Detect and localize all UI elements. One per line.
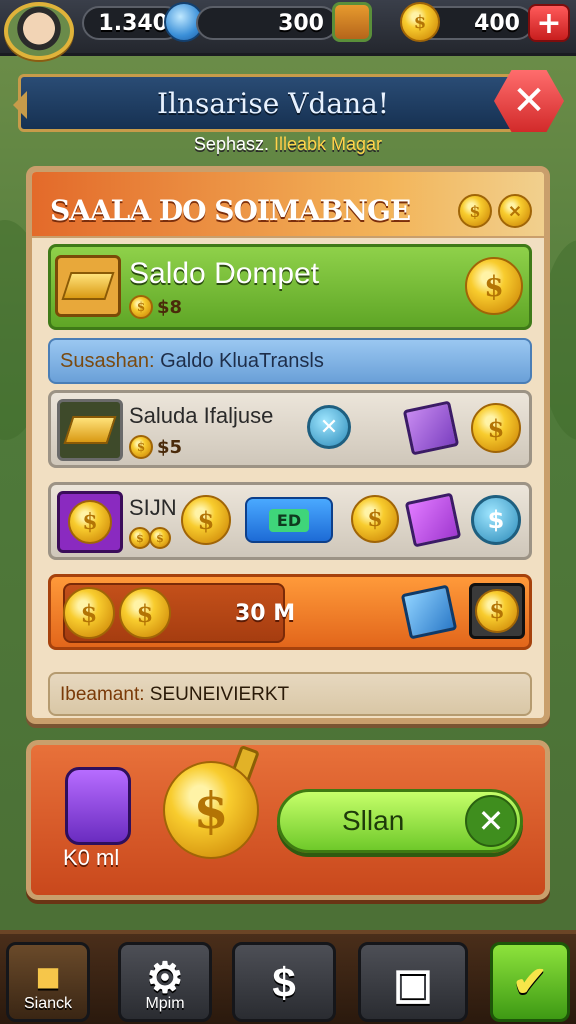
coin-icon[interactable]: $: [465, 257, 523, 315]
wallet-balance-row[interactable]: Saldo Dompet $ $8 $: [48, 244, 532, 330]
note-strip: Ibeamant: SEUNEIVIERKT: [48, 672, 532, 716]
gold-box-icon: ■: [35, 953, 61, 1000]
banner-subtitle: Sephasz. Illeabk Magar: [0, 134, 576, 155]
treasure-chest-icon[interactable]: [332, 2, 372, 42]
checkmark-icon: ✔: [512, 958, 548, 1005]
info-coin-button[interactable]: $: [458, 194, 492, 228]
note-text: Ibeamant: SEUNEIVIERKT: [60, 684, 289, 706]
ticket-button[interactable]: ED: [245, 497, 333, 543]
gem-value: 300: [278, 10, 324, 36]
panel-header: SAALA DO SOIMABNGE $ ✕: [32, 172, 544, 238]
nav-confirm-button[interactable]: ✔: [490, 942, 570, 1022]
balance-row[interactable]: Saluda Ifaljuse $ $5 ✕ $: [48, 390, 532, 468]
row-label: Saldo Dompet: [129, 257, 320, 290]
gear-icon: ⚙: [146, 954, 184, 1001]
close-icon: ✕: [512, 78, 546, 124]
coin-icon: $: [119, 587, 171, 639]
info-key: Susashan:: [60, 350, 155, 372]
coin-tile: $: [57, 491, 123, 553]
subtitle-prefix: Sephasz.: [193, 134, 269, 154]
robot-item-icon: [65, 767, 131, 845]
coin-icon: $: [400, 2, 440, 42]
info-value: Galdo KluaTransls: [160, 350, 324, 372]
gold-bar-tile: [57, 399, 123, 461]
amount-row[interactable]: $ $ 30 M $: [48, 574, 532, 650]
note-value: SEUNEIVIERKT: [149, 684, 290, 705]
claim-panel: K0 ml $ Sllan ✕: [26, 740, 550, 900]
add-coins-button[interactable]: +: [528, 4, 570, 42]
dollar-icon: $: [272, 959, 296, 1006]
transaction-info-strip: Susashan: Galdo KluaTransls: [48, 338, 532, 384]
coin-icon: $: [63, 587, 115, 639]
reward-box-icon: [400, 584, 458, 640]
note-key: Ibeamant:: [60, 684, 145, 705]
subtitle-highlight: Illeabk Magar: [274, 134, 383, 154]
close-icon: ✕: [477, 802, 505, 840]
nav-shop-button[interactable]: $: [232, 942, 336, 1022]
top-hud: 1.340 300 400 $ +: [0, 0, 576, 60]
bottom-nav: ■ Sianck ⚙ Mpim $ ▣ ✔: [0, 930, 576, 1024]
coin-icon: $: [351, 495, 399, 543]
row-label: SIJN: [129, 495, 177, 520]
row-sub-value: $8: [157, 297, 183, 318]
gold-bar-icon: [63, 416, 117, 444]
wallet-icon: [404, 492, 462, 548]
coin-icon: $: [129, 435, 153, 459]
claim-label: Sllan: [342, 805, 405, 836]
banner-title: Ilnsarise Vdana!: [156, 86, 390, 120]
wallet-icon: [402, 400, 460, 456]
ticket-row[interactable]: $ SIJN $ $ $ ED $ $: [48, 482, 532, 560]
gold-bar-tile: [55, 255, 121, 317]
coin-icon: $: [68, 500, 112, 544]
score-value: 1.340: [98, 10, 168, 36]
close-coin-button[interactable]: ✕: [498, 194, 532, 228]
row-label: Saluda Ifaljuse: [129, 403, 274, 428]
amount-value: 30 M: [235, 601, 296, 626]
nav-market-button[interactable]: ■ Sianck: [6, 942, 90, 1022]
coin-icon[interactable]: $: [471, 403, 521, 453]
coin-value: 400: [474, 10, 520, 36]
coin-icon: $: [149, 527, 171, 549]
nav-camera-button[interactable]: ▣: [358, 942, 468, 1022]
gem-counter: 300: [196, 6, 338, 40]
big-coin-icon: $: [163, 761, 259, 859]
gold-bar-icon: [61, 272, 115, 300]
coin-tile[interactable]: $: [469, 583, 525, 639]
dollar-button[interactable]: $: [471, 495, 521, 545]
camera-icon: ▣: [393, 960, 433, 1007]
panel-title: SAALA DO SOIMABNGE: [50, 194, 411, 227]
title-banner: Ilnsarise Vdana!: [13, 74, 528, 132]
coin-icon: $: [129, 295, 153, 319]
wallet-panel: SAALA DO SOIMABNGE $ ✕ Saldo Dompet $ $8…: [26, 166, 550, 724]
coin-icon: $: [181, 495, 231, 545]
swap-icon[interactable]: ✕: [307, 405, 351, 449]
coin-icon: $: [129, 527, 151, 549]
nav-settings-button[interactable]: ⚙ Mpim: [118, 942, 212, 1022]
coin-icon: $: [475, 589, 519, 633]
cancel-claim-button[interactable]: ✕: [465, 795, 517, 847]
item-label: K0 ml: [63, 845, 120, 870]
player-avatar[interactable]: [4, 2, 74, 60]
info-text: Susashan: Galdo KluaTransls: [60, 350, 324, 373]
row-sub-value: $5: [157, 437, 183, 458]
ticket-label: ED: [268, 508, 310, 532]
